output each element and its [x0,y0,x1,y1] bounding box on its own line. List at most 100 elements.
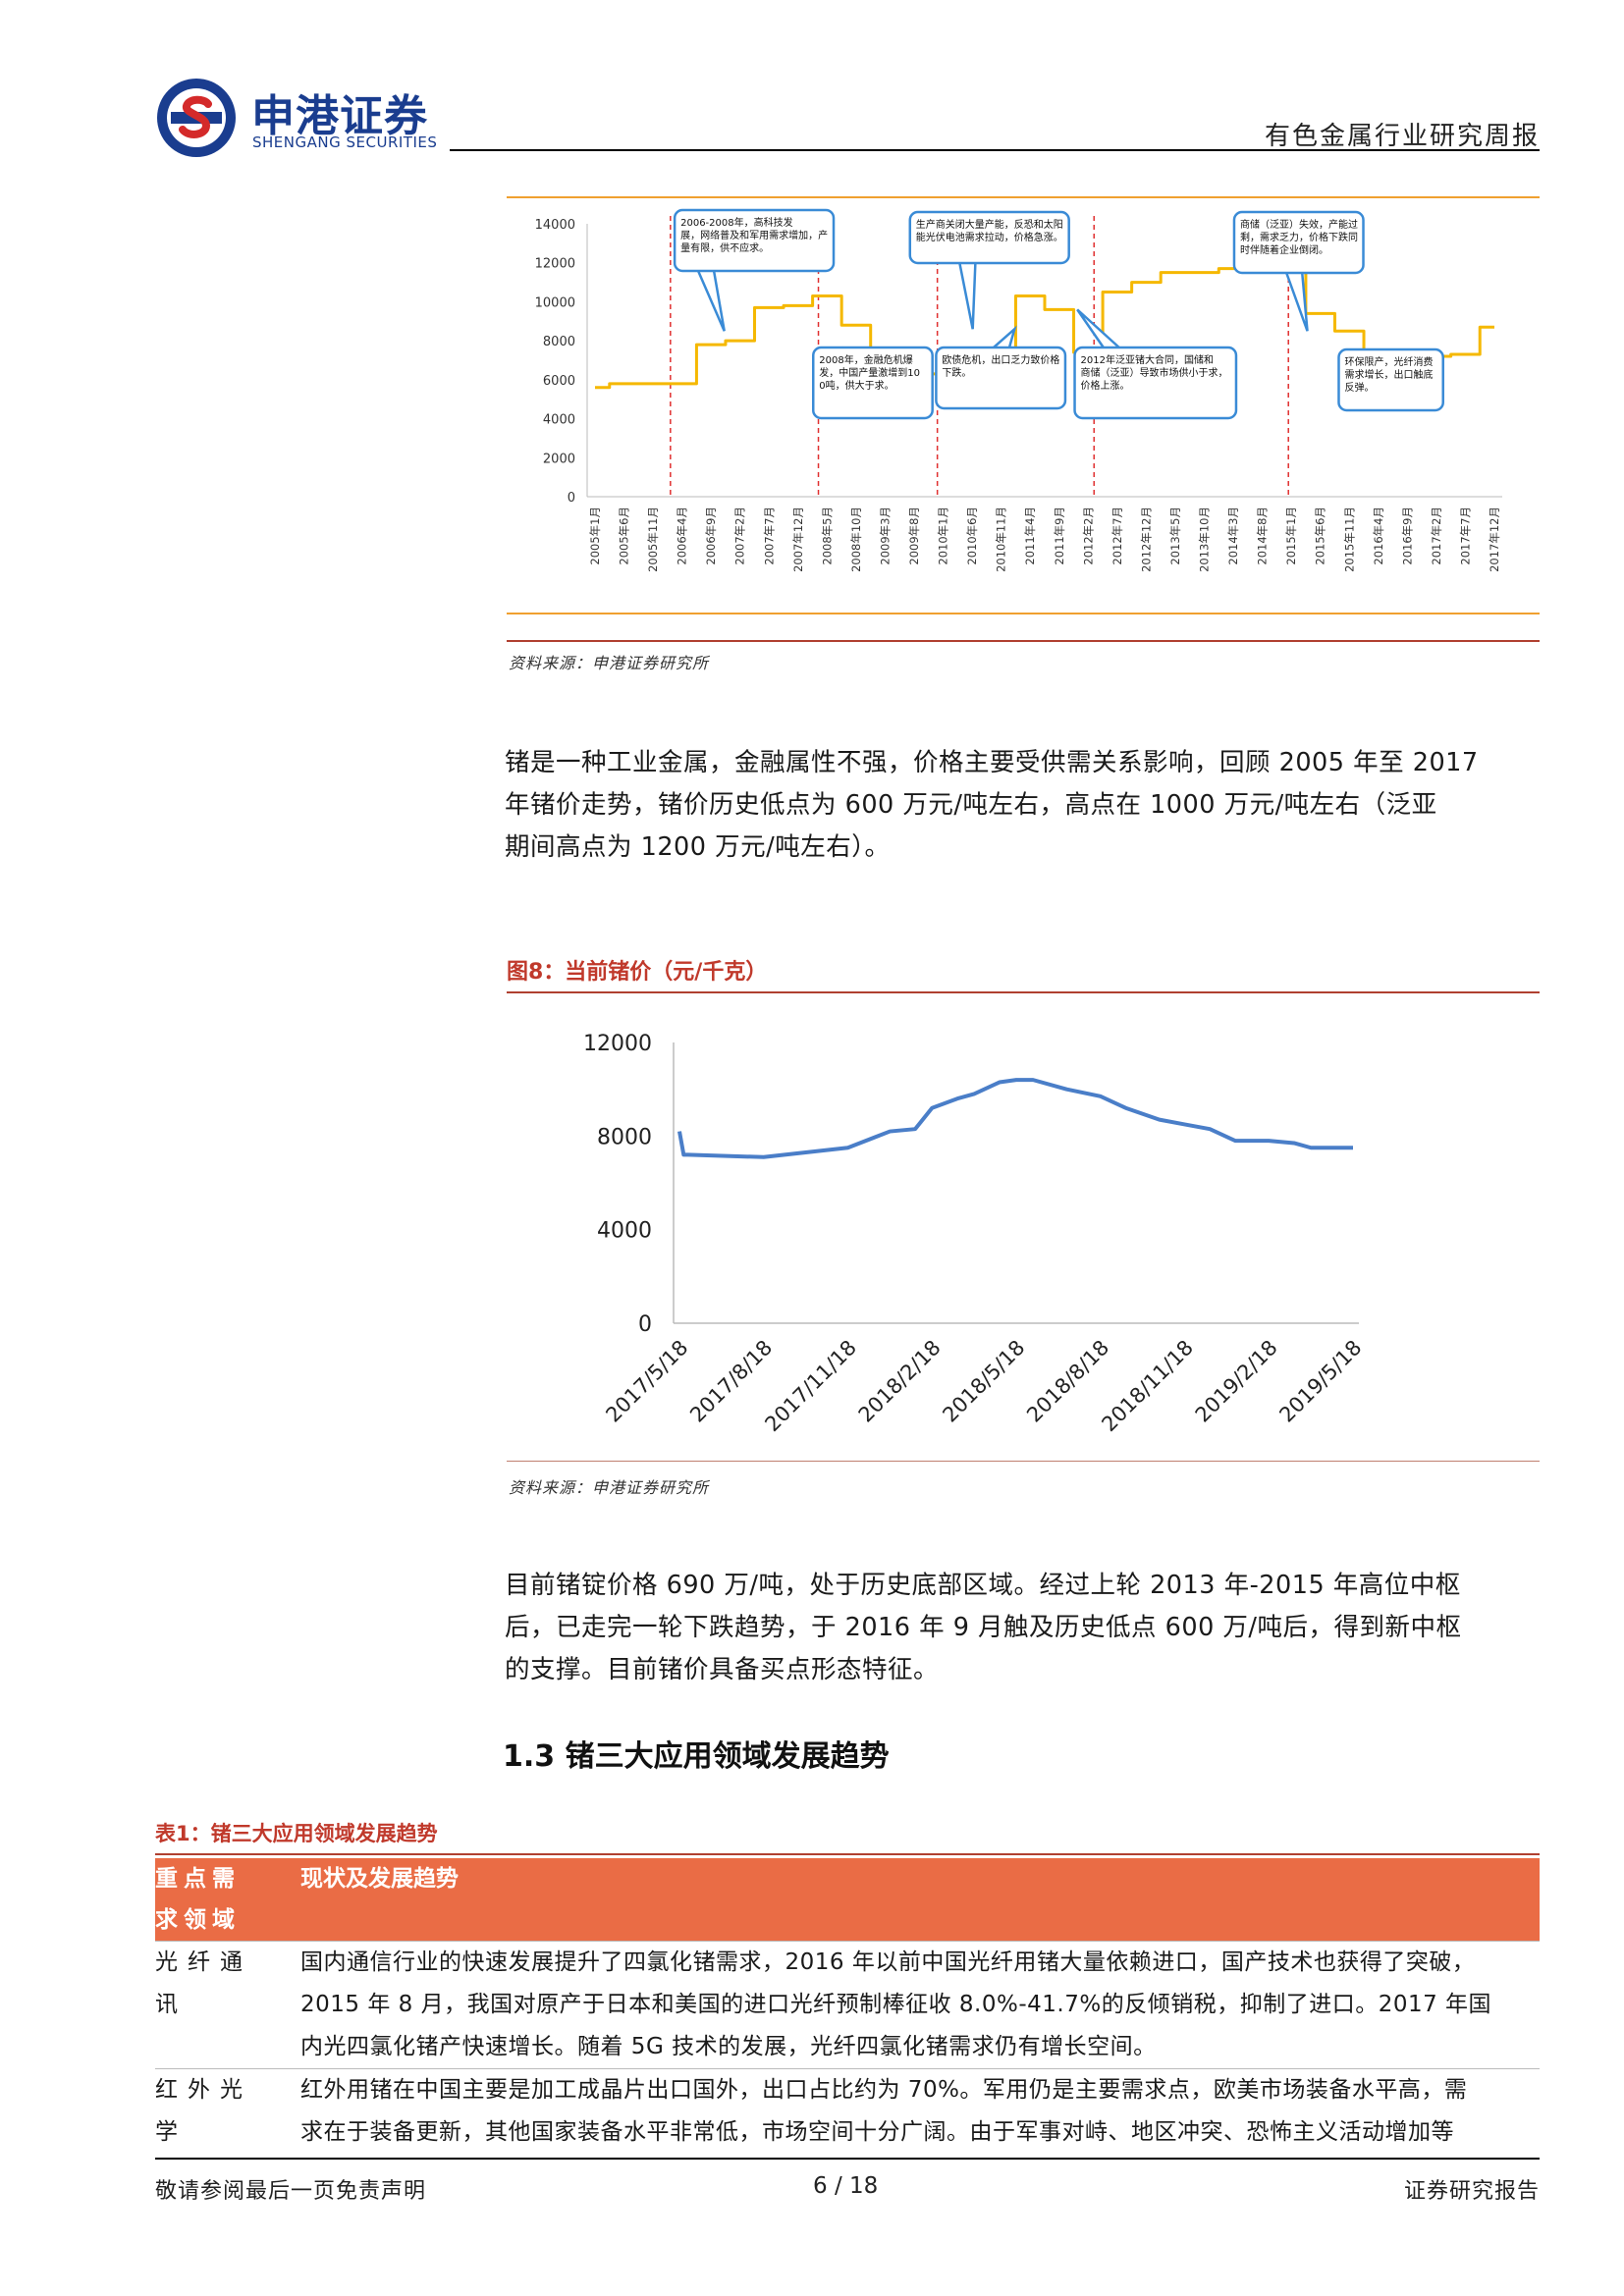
table-cell-field-line: 红外光 [155,2077,252,2103]
annotation-callout: 生产商关闭大量产能，反恐和太阳能光伏电池需求拉动，价格急涨。 [908,210,1070,330]
paragraph-2-line: 后，已走完一轮下跌趋势，于 2016 年 9 月触及历史低点 600 万/吨后，… [505,1613,1462,1642]
paragraph-2: 目前锗锭价格 690 万/吨，处于历史底部区域。经过上轮 2013 年-2015… [505,1565,1538,1691]
table-header-field: 重点需 求领域 [155,1858,300,1942]
y-tick-label: 14000 [535,218,575,233]
paragraph-1-line: 年锗价走势，锗价历史低点为 600 万元/吨左右，高点在 1000 万元/吨左右… [505,790,1437,820]
figure7-source-rule [507,640,1540,642]
table1-title: 表1：锗三大应用领域发展趋势 [155,1822,438,1845]
y-tick-label: 8000 [543,335,575,349]
annotation-callout: 环保限产，光纤消费需求增长，出口触底反弹。 [1337,347,1444,412]
table-cell-line: 红外用锗在中国主要是加工成晶片出口国外，出口占比约为 70%。军用仍是主要需求点… [300,2077,1468,2103]
x-tick-label: 2008年10月 [849,507,863,572]
footer-disclaimer: 敬请参阅最后一页免责声明 [155,2179,427,2204]
table-cell-line: 2015 年 8 月，我国对原产于日本和美国的进口光纤预制棒征收 8.0%-41… [300,1992,1492,2017]
x-tick-label: 2017/5/18 [601,1336,692,1427]
callout-text: 商储（泛亚）失效，产能过 [1240,218,1358,231]
footer-report-type: 证券研究报告 [1403,2179,1540,2204]
section-heading: 1.3 锗三大应用领域发展趋势 [503,1739,890,1774]
x-tick-label: 2018/11/18 [1097,1336,1198,1437]
table-cell-field-line: 讯 [155,1992,188,2017]
figure8-source-rule [507,1461,1540,1462]
figure8-chart: 0 4000 8000 12000 2017/5/182017/8/182017/11/… [583,1032,1367,1437]
x-tick-label: 2008年5月 [820,507,834,565]
x-tick-label: 2019/5/18 [1274,1336,1366,1427]
brand-name-en: SHENGANG SECURITIES [252,133,438,151]
x-tick-label: 2010年1月 [937,507,950,565]
paragraph-1: 锗是一种工业金属，金融属性不强，价格主要受供需关系影响，回顾 2005 年至 2… [505,742,1538,869]
callout-text: 生产商关闭大量产能，反恐和太阳 [916,218,1063,231]
x-tick-label: 2015年11月 [1342,507,1356,572]
y-tick-label: 8000 [597,1125,652,1149]
x-tick-label: 2016年9月 [1400,507,1414,565]
table-row: 光纤通 讯 国内通信行业的快速发展提升了四氯化锗需求，2016 年以前中国光纤用… [155,1941,1540,2069]
header-divider [450,149,1540,151]
table-cell-field-line: 学 [155,2119,188,2145]
x-tick-label: 2012年12月 [1139,507,1153,572]
x-tick-label: 2016年4月 [1372,507,1385,565]
table-cell-trend: 国内通信行业的快速发展提升了四氯化锗需求，2016 年以前中国光纤用锗大量依赖进… [300,1941,1540,2069]
x-tick-label: 2012年2月 [1081,507,1095,565]
x-tick-label: 2007年12月 [791,507,805,572]
callout-text: 下跌。 [942,366,971,379]
callout-text: 量有限，供不应求。 [680,241,769,254]
table-cell-field: 光纤通 讯 [155,1941,300,2069]
callout-text: 发，中国产量激增到10 [819,366,920,379]
paragraph-1-line: 期间高点为 1200 万元/吨左右）。 [505,832,891,862]
y-tick-label: 2000 [543,452,575,466]
x-tick-label: 2015年6月 [1314,507,1327,565]
figure7-source: 资料来源：申港证券研究所 [509,654,710,672]
figure7-top-rule [507,196,1540,198]
callout-text: 2008年，金融危机爆 [819,353,912,366]
figure7-chart: 0 2000 4000 6000 8000 10000 12000 14000 2005年1月 2… [535,208,1502,572]
x-tick-label: 2015年1月 [1284,507,1298,565]
y-tick-label: 4000 [543,413,575,428]
callout-pointer [958,262,977,330]
figure8-title-rule [507,991,1540,993]
callout-text: 需求增长，出口触底 [1344,368,1433,381]
table-cell-line: 求在于装备更新，其他国家装备水平非常低，市场空间十分广阔。由于军事对峙、地区冲突… [300,2119,1454,2145]
figure7-bottom-rule [507,613,1540,614]
x-tick-label: 2018/2/18 [854,1336,946,1427]
x-tick-label: 2009年8月 [907,507,921,565]
callout-text: 环保限产，光纤消费 [1344,355,1433,368]
table-cell-line: 内光四氯化锗产快速增长。随着 5G 技术的发展，光纤四氯化锗需求仍有增长空间。 [300,2034,1157,2059]
x-tick-label: 2005年11月 [646,507,660,572]
y-tick-label: 0 [568,491,575,506]
x-tick-label: 2010年11月 [995,507,1008,572]
callout-text: 能光伏电池需求拉动，价格急涨。 [916,231,1063,243]
x-tick-label: 2014年3月 [1226,507,1240,565]
x-tick-label: 2017/11/18 [760,1336,861,1437]
x-tick-label: 2005年6月 [618,507,631,565]
brand-logo [157,79,236,157]
x-tick-label: 2012年7月 [1110,507,1124,565]
page-number: 6 / 18 [813,2173,879,2199]
callout-text: 2006-2008年，高科技发 [680,216,793,229]
table-header-trend-label: 现状及发展趋势 [300,1866,459,1892]
x-tick-label: 2007年2月 [733,507,747,565]
callout-pointer [1076,308,1120,348]
callout-text: 展，网络普及和军用需求增加，产 [680,229,828,241]
paragraph-1-line: 锗是一种工业金属，金融属性不强，价格主要受供需关系影响，回顾 2005 年至 2… [505,748,1479,777]
x-tick-label: 2005年1月 [588,507,602,565]
x-tick-label: 2013年10月 [1198,507,1212,572]
annotation-callout: 欧债危机，出口乏力致价格下跌。 [935,325,1067,410]
x-tick-label: 2017年2月 [1430,507,1443,565]
table-cell-field-line: 光纤通 [155,1949,252,1975]
table-cell-trend: 红外用锗在中国主要是加工成晶片出口国外，出口占比约为 70%。军用仍是主要需求点… [300,2068,1540,2154]
x-tick-label: 2009年3月 [878,507,892,565]
footer-divider [155,2158,1540,2160]
x-tick-label: 2017年7月 [1458,507,1472,565]
table-header-field-line: 求领域 [155,1907,241,1933]
x-tick-label: 2011年9月 [1053,507,1066,565]
callout-pointer [993,325,1017,348]
x-tick-label: 2010年6月 [965,507,979,565]
x-tick-label: 2019/2/18 [1191,1336,1282,1427]
x-tick-label: 2006年9月 [704,507,718,565]
callout-pointer [696,270,726,332]
annotation-callout: 2008年，金融危机爆发，中国产量激增到100吨，供大于求。 [812,346,934,420]
table-header-field-line: 重点需 [155,1866,241,1892]
x-tick-label: 2014年8月 [1256,507,1270,565]
report-type: 有色金属行业研究周报 [1264,122,1540,151]
y-tick-label: 12000 [535,257,575,272]
table-cell-line: 国内通信行业的快速发展提升了四氯化锗需求，2016 年以前中国光纤用锗大量依赖进… [300,1949,1476,1975]
